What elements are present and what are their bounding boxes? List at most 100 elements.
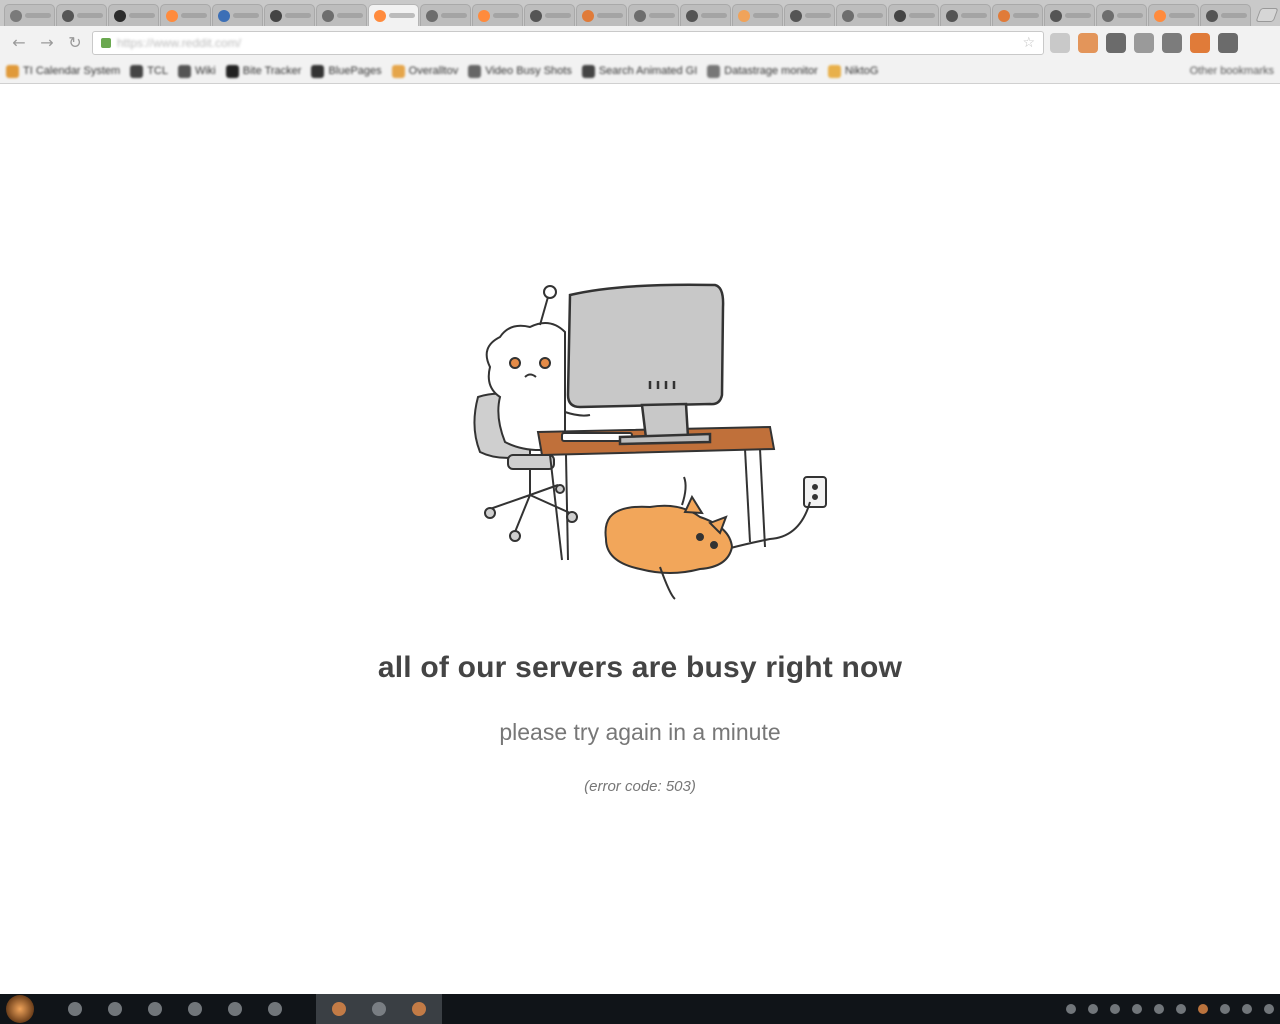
wall-outlet xyxy=(803,476,827,508)
tab-favicon-icon xyxy=(582,9,594,22)
error-page: all of our servers are busy right now pl… xyxy=(0,85,1280,994)
tray-icon[interactable] xyxy=(1132,1004,1142,1014)
monitor xyxy=(566,283,725,446)
tray-icon[interactable] xyxy=(1264,1004,1274,1014)
bookmark-item[interactable]: Search Animated GI xyxy=(581,64,697,78)
browser-tab[interactable] xyxy=(784,4,835,26)
bookmark-item[interactable]: Wiki xyxy=(177,64,216,78)
browser-tab[interactable] xyxy=(732,4,783,26)
browser-tab[interactable] xyxy=(4,4,55,26)
browser-tab[interactable] xyxy=(368,4,419,26)
bookmark-item[interactable]: TCL xyxy=(130,64,168,78)
tab-favicon-icon xyxy=(842,9,854,22)
tab-favicon-icon xyxy=(634,9,646,22)
tab-favicon-icon xyxy=(1050,9,1062,22)
extension-icon[interactable] xyxy=(1106,32,1126,53)
extension-icon[interactable] xyxy=(1218,32,1238,53)
tab-title xyxy=(701,13,727,18)
browser-tab[interactable] xyxy=(212,4,263,26)
tray-icon[interactable] xyxy=(1242,1004,1252,1014)
bookmark-star-icon[interactable]: ☆ xyxy=(1022,35,1035,51)
bookmark-favicon-icon xyxy=(391,64,405,78)
url-text[interactable]: https://www.reddit.com/ xyxy=(117,36,1016,50)
tab-title xyxy=(857,13,883,18)
tray-icon[interactable] xyxy=(1198,1004,1208,1014)
start-button-icon[interactable] xyxy=(6,995,34,1023)
other-bookmarks[interactable]: Other bookmarks xyxy=(1190,65,1274,77)
tray-icon[interactable] xyxy=(1154,1004,1164,1014)
extension-icon[interactable] xyxy=(1078,32,1098,53)
bookmark-label: TCL xyxy=(147,65,168,77)
browser-tab[interactable] xyxy=(56,4,107,26)
tab-favicon-icon xyxy=(322,9,334,22)
browser-tab[interactable] xyxy=(420,4,471,26)
forward-icon[interactable]: → xyxy=(36,32,58,54)
taskbar-app-icon[interactable] xyxy=(372,1002,386,1016)
bookmark-label: Datastrage monitor xyxy=(724,65,818,77)
tab-title xyxy=(129,13,155,18)
browser-tab[interactable] xyxy=(472,4,523,26)
browser-tab[interactable] xyxy=(108,4,159,26)
browser-tab[interactable] xyxy=(160,4,211,26)
os-taskbar xyxy=(0,994,1280,1024)
tab-title xyxy=(961,13,987,18)
tab-favicon-icon xyxy=(114,9,126,22)
tray-icon[interactable] xyxy=(1088,1004,1098,1014)
browser-tab[interactable] xyxy=(264,4,315,26)
bookmark-item[interactable]: Video Busy Shots xyxy=(468,64,572,78)
tab-favicon-icon xyxy=(530,9,542,22)
extension-icon[interactable] xyxy=(1134,32,1154,53)
bookmark-item[interactable]: BluePages xyxy=(311,64,382,78)
browser-tab[interactable] xyxy=(628,4,679,26)
bookmark-label: BluePages xyxy=(328,65,382,77)
browser-tab[interactable] xyxy=(1200,4,1251,26)
taskbar-app-icon[interactable] xyxy=(188,1002,202,1016)
bookmark-label: Wiki xyxy=(194,65,216,77)
bookmark-item[interactable]: Datastrage monitor xyxy=(707,64,818,78)
browser-tab[interactable] xyxy=(1148,4,1199,26)
browser-app-icon[interactable] xyxy=(332,1002,346,1016)
taskbar-app-icon[interactable] xyxy=(68,1002,82,1016)
taskbar-app-icon[interactable] xyxy=(228,1002,242,1016)
tray-icon[interactable] xyxy=(1066,1004,1076,1014)
reload-icon[interactable]: ↻ xyxy=(64,32,86,54)
tab-title xyxy=(337,13,363,18)
browser-tab[interactable] xyxy=(576,4,627,26)
browser-tab[interactable] xyxy=(940,4,991,26)
taskbar-app-icon[interactable] xyxy=(148,1002,162,1016)
new-tab-button[interactable] xyxy=(1255,8,1279,22)
bookmark-item[interactable]: NiktoG xyxy=(827,64,878,78)
browser-tab[interactable] xyxy=(316,4,367,26)
tab-title xyxy=(441,13,467,18)
taskbar-app-icon[interactable] xyxy=(412,1002,426,1016)
tray-icon[interactable] xyxy=(1176,1004,1186,1014)
browser-tab[interactable] xyxy=(680,4,731,26)
bookmark-item[interactable]: Bite Tracker xyxy=(225,64,301,78)
bookmark-item[interactable]: TI Calendar System xyxy=(6,64,121,78)
tab-favicon-icon xyxy=(686,9,698,22)
back-icon[interactable]: ← xyxy=(8,32,30,54)
taskbar-app-icon[interactable] xyxy=(108,1002,122,1016)
browser-tab[interactable] xyxy=(836,4,887,26)
browser-tab[interactable] xyxy=(992,4,1043,26)
tab-favicon-icon xyxy=(998,9,1010,22)
extension-icon[interactable] xyxy=(1190,32,1210,53)
browser-tab[interactable] xyxy=(1044,4,1095,26)
taskbar-app-icon[interactable] xyxy=(268,1002,282,1016)
tab-favicon-icon xyxy=(478,9,490,22)
address-bar[interactable]: https://www.reddit.com/ ☆ xyxy=(92,30,1044,55)
tab-favicon-icon xyxy=(10,9,22,22)
bookmarks-bar: TI Calendar System TCL Wiki Bite Tracker Blu… xyxy=(0,59,1280,84)
extension-icon[interactable] xyxy=(1162,32,1182,53)
extension-icon[interactable] xyxy=(1050,32,1070,53)
tab-title xyxy=(1013,13,1039,18)
browser-tab[interactable] xyxy=(1096,4,1147,26)
bookmark-item[interactable]: Overalltov xyxy=(391,64,458,78)
bookmark-label: TI Calendar System xyxy=(23,65,121,77)
tab-favicon-icon xyxy=(1154,9,1166,22)
browser-tab[interactable] xyxy=(888,4,939,26)
tray-icon[interactable] xyxy=(1220,1004,1230,1014)
tray-icon[interactable] xyxy=(1110,1004,1120,1014)
tab-favicon-icon xyxy=(426,9,438,22)
browser-tab[interactable] xyxy=(524,4,575,26)
